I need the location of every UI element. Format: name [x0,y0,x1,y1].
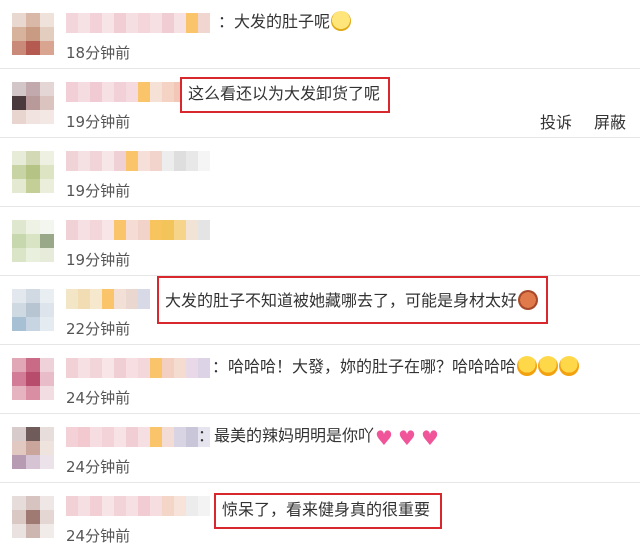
username-blurred[interactable] [66,427,214,447]
avatar[interactable] [12,13,54,55]
comment-body: 惊呆了，看来健身真的很重要 [222,500,431,519]
comment-time: 19分钟前 [66,113,131,131]
comment-separator: ： [212,357,229,376]
comment-text: ：最美的辣妈明明是你吖♥ ♥ ♥ [198,424,443,448]
avatar[interactable] [12,82,54,124]
avatar[interactable] [12,496,54,538]
comment-item: 大发的肚子不知道被她藏哪去了，可能是身材太好 22分钟前 [0,276,640,345]
comment-item: 惊呆了，看来健身真的很重要 24分钟前 [0,483,640,549]
highlighted-comment: 这么看还以为大发卸货了呢 [180,77,390,113]
comment-item: 19分钟前 [0,138,640,207]
highlighted-comment: 惊呆了，看来健身真的很重要 [214,493,442,529]
avatar[interactable] [12,358,54,400]
comment-item: ：最美的辣妈明明是你吖♥ ♥ ♥ 24分钟前 [0,414,640,483]
bear-emoji-icon [518,290,539,310]
avatar[interactable] [12,151,54,193]
laughing-emoji-icon [538,356,559,376]
comment-separator: ： [198,426,215,445]
comment-time: 24分钟前 [66,458,131,476]
comment-time: 24分钟前 [66,389,131,407]
comment-body: 大发的肚子呢 [234,12,331,31]
comment-body: 大发的肚子不知道被她藏哪去了，可能是身材太好 [165,291,518,310]
report-button[interactable]: 投诉 [540,113,572,132]
heart-emoji-icon: ♥ [375,426,393,450]
avatar[interactable] [12,220,54,262]
comment-time: 24分钟前 [66,527,131,545]
heart-emoji-icon: ♥ [398,426,416,450]
laughing-emoji-icon [559,356,580,376]
block-button[interactable]: 屏蔽 [594,113,626,132]
comment-time: 19分钟前 [66,251,131,269]
username-blurred[interactable] [66,496,214,516]
avatar[interactable] [12,427,54,469]
laughing-emoji-icon [517,356,538,376]
comment-item: ：大发的肚子呢 18分钟前 [0,0,640,69]
comment-text: ：大发的肚子呢 [218,10,352,34]
username-blurred[interactable] [66,289,156,309]
comment-time: 19分钟前 [66,182,131,200]
comment-item: 这么看还以为大发卸货了呢 19分钟前 投诉 屏蔽 [0,69,640,138]
username-blurred[interactable] [66,13,214,33]
shocked-emoji-icon [331,11,352,31]
comment-separator: ： [218,12,235,31]
heart-emoji-icon: ♥ [421,426,439,450]
comment-body: 这么看还以为大发卸货了呢 [188,84,381,103]
highlighted-comment: 大发的肚子不知道被她藏哪去了，可能是身材太好 [157,276,548,324]
comment-time: 18分钟前 [66,44,131,62]
username-blurred[interactable] [66,358,214,378]
username-blurred[interactable] [66,220,214,240]
comment-text: ：哈哈哈！大發，妳的肚子在哪？哈哈哈哈 [212,355,580,379]
comment-time: 22分钟前 [66,320,131,338]
comment-body: 哈哈哈！大發，妳的肚子在哪？哈哈哈哈 [228,357,517,376]
comment-actions: 投诉 屏蔽 [518,109,626,133]
comment-body: 最美的辣妈明明是你吖 [214,426,375,445]
avatar[interactable] [12,289,54,331]
comment-item: 19分钟前 [0,207,640,276]
comment-item: ：哈哈哈！大發，妳的肚子在哪？哈哈哈哈 24分钟前 [0,345,640,414]
username-blurred[interactable] [66,151,214,171]
